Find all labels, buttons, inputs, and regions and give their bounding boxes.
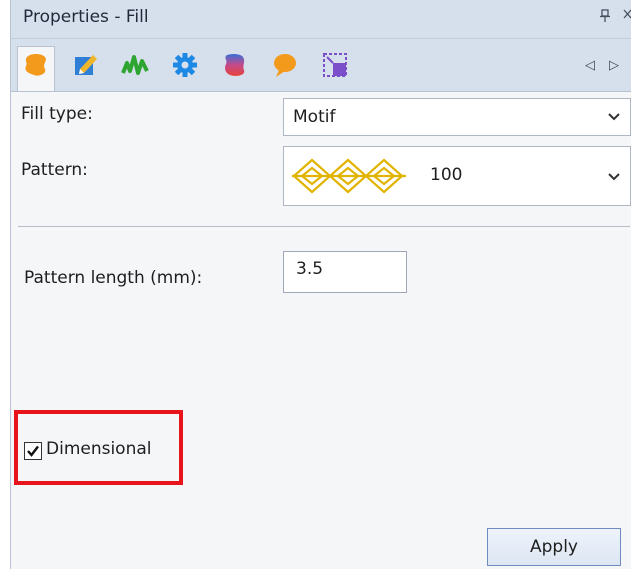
fill-type-value: Motif bbox=[293, 107, 336, 127]
chevron-down-icon bbox=[608, 113, 620, 121]
apply-button[interactable]: Apply bbox=[487, 528, 621, 566]
panel-title-bar[interactable]: Properties - Fill bbox=[11, 0, 631, 39]
pin-icon[interactable] bbox=[599, 9, 611, 27]
pattern-label: Pattern: bbox=[21, 160, 88, 180]
gradient-blend-icon bbox=[225, 53, 245, 76]
properties-panel: Properties - Fill ◁ ▷ Fill type: Motif P… bbox=[11, 0, 631, 569]
pattern-length-label: Pattern length (mm): bbox=[24, 268, 203, 288]
tab-settings[interactable] bbox=[167, 47, 203, 83]
stitch-wave-icon bbox=[121, 55, 149, 75]
pattern-dropdown[interactable]: 100 bbox=[283, 146, 631, 206]
pattern-length-field[interactable] bbox=[283, 251, 407, 293]
resize-frame-icon bbox=[323, 53, 347, 77]
tab-gradient[interactable] bbox=[217, 47, 253, 83]
gear-icon bbox=[173, 53, 197, 77]
tab-fill[interactable] bbox=[17, 46, 55, 91]
highlight-box bbox=[14, 410, 183, 485]
window-left-edge bbox=[0, 0, 10, 569]
fill-shape-icon bbox=[25, 54, 46, 76]
property-tab-bar: ◁ ▷ bbox=[11, 39, 631, 92]
tabs-scroll-right-icon[interactable]: ▷ bbox=[609, 58, 619, 73]
outline-edit-icon bbox=[75, 55, 97, 75]
tab-resize[interactable] bbox=[317, 47, 353, 83]
fill-type-label: Fill type: bbox=[21, 104, 93, 124]
tab-outline[interactable] bbox=[67, 47, 103, 83]
tabs-scroll-left-icon[interactable]: ◁ bbox=[585, 58, 595, 73]
pattern-value: 100 bbox=[430, 165, 463, 185]
tab-comment[interactable] bbox=[267, 47, 303, 83]
panel-title: Properties - Fill bbox=[23, 7, 149, 27]
pattern-length-input[interactable] bbox=[284, 252, 406, 292]
section-divider bbox=[18, 226, 630, 227]
chevron-down-icon bbox=[608, 173, 620, 181]
pattern-motif-icon bbox=[292, 158, 406, 194]
speech-bubble-icon bbox=[274, 54, 296, 77]
close-icon[interactable] bbox=[623, 8, 631, 24]
fill-type-dropdown[interactable]: Motif bbox=[283, 98, 631, 136]
tab-stitch[interactable] bbox=[117, 47, 153, 83]
